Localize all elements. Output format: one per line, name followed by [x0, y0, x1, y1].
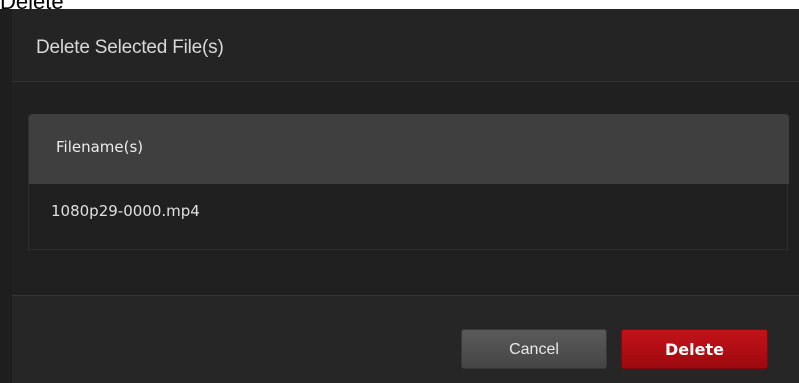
delete-files-dialog: Delete Selected File(s) Filename(s) 1080… [12, 9, 799, 383]
filename-column-label: Filename(s) [56, 138, 144, 156]
dialog-body: Filename(s) 1080p29-0000.mp4 [12, 82, 799, 295]
dialog-title: Delete Selected File(s) [36, 37, 224, 58]
file-table: Filename(s) 1080p29-0000.mp4 [28, 114, 789, 250]
dialog-header: Delete Selected File(s) [12, 9, 799, 82]
backdrop-edge [0, 9, 12, 383]
filename-cell: 1080p29-0000.mp4 [51, 202, 200, 220]
cancel-button[interactable]: Cancel [461, 329, 607, 369]
dialog-footer: Cancel Delete [12, 295, 799, 383]
filename-column-header: Filename(s) [29, 114, 789, 184]
delete-button[interactable]: Delete [621, 329, 768, 369]
table-row: 1080p29-0000.mp4 [29, 184, 787, 248]
